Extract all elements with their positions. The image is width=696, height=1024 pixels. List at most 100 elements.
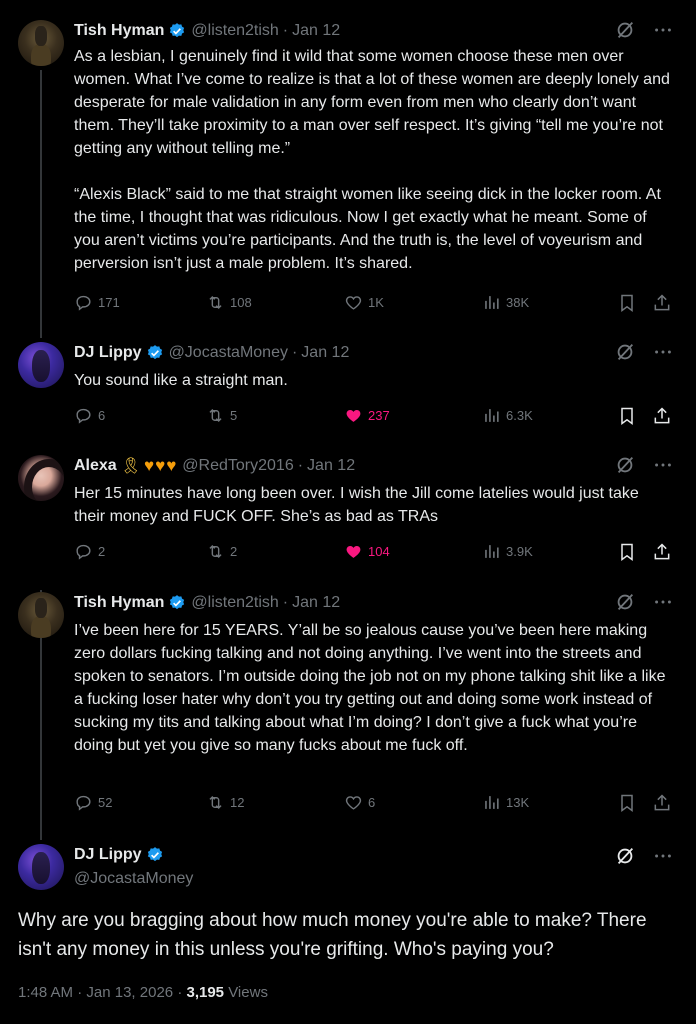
separator-dot: · (297, 457, 304, 474)
bookmark-icon[interactable] (617, 542, 637, 562)
grok-icon[interactable] (614, 591, 636, 613)
reply-button[interactable]: 2 (74, 542, 105, 561)
views-icon (485, 545, 499, 558)
reply-button[interactable]: 6 (74, 406, 105, 425)
like-button[interactable]: 6 (344, 793, 375, 812)
share-icon[interactable] (652, 542, 672, 562)
verified-badge-icon (147, 847, 162, 862)
verified-badge-icon (147, 345, 162, 360)
bookmark-icon[interactable] (617, 406, 637, 426)
repost-icon (209, 295, 222, 310)
repost-icon (209, 544, 222, 559)
views-button[interactable]: 3.9K (482, 542, 533, 561)
repost-count: 108 (230, 295, 252, 310)
tweet-time[interactable]: 1:48 AM (18, 984, 73, 1001)
views-icon (485, 296, 499, 309)
reply-count: 171 (98, 295, 120, 310)
tweet-date[interactable]: Jan 12 (301, 344, 349, 362)
like-count: 104 (368, 544, 390, 559)
tweet-full-date[interactable]: Jan 13, 2026 (86, 984, 173, 1001)
repost-button[interactable]: 12 (206, 793, 244, 812)
author-name[interactable]: DJ Lippy (74, 846, 142, 864)
share-icon[interactable] (652, 793, 672, 813)
avatar[interactable] (18, 592, 64, 638)
more-icon[interactable] (652, 341, 674, 363)
tweet-text: You sound like a straight man. (74, 372, 288, 389)
like-button[interactable]: 1K (344, 293, 384, 312)
action-bar: 2 2 104 3.9K (74, 542, 680, 566)
avatar[interactable] (18, 844, 64, 890)
reply-button[interactable]: 52 (74, 793, 112, 812)
author-handle[interactable]: @RedTory2016 (182, 457, 293, 475)
views-button[interactable]: 13K (482, 793, 529, 812)
views-label: Views (228, 984, 268, 1001)
author-name[interactable]: DJ Lippy (74, 344, 142, 362)
repost-button[interactable]: 2 (206, 542, 237, 561)
views-count: 38K (506, 295, 530, 310)
tweet-date[interactable]: Jan 12 (292, 594, 340, 612)
like-button[interactable]: 237 (344, 406, 390, 425)
reply-icon (76, 544, 91, 560)
author-handle[interactable]: @JocastaMoney (169, 344, 288, 362)
views-icon (485, 409, 499, 422)
repost-count: 12 (230, 795, 245, 810)
views-total: 3,195 (186, 984, 225, 1001)
heart-filled-icon (346, 409, 361, 422)
more-icon[interactable] (652, 19, 674, 41)
heart-icon (345, 796, 362, 810)
repost-button[interactable]: 108 (206, 293, 252, 312)
grok-icon[interactable] (614, 454, 636, 476)
heart-emojis: ♥♥♥ (144, 456, 178, 475)
tweet-date[interactable]: Jan 12 (292, 22, 340, 40)
views-count: 13K (506, 795, 530, 810)
repost-icon (209, 408, 222, 423)
reply-icon (76, 795, 91, 811)
grok-icon[interactable] (614, 341, 636, 363)
avatar[interactable] (18, 455, 64, 501)
share-icon[interactable] (652, 406, 672, 426)
tweet-text: Why are you bragging about how much mone… (18, 910, 652, 960)
like-count: 237 (368, 408, 390, 423)
avatar[interactable] (18, 20, 64, 66)
author-handle[interactable]: @listen2tish (191, 594, 278, 612)
separator-dot: · (282, 22, 289, 39)
share-icon[interactable] (652, 293, 672, 313)
verified-badge-icon (170, 595, 185, 610)
like-count: 1K (368, 295, 384, 310)
bookmark-icon[interactable] (617, 293, 637, 313)
more-icon[interactable] (652, 845, 674, 867)
views-icon (485, 796, 499, 809)
views-button[interactable]: 6.3K (482, 406, 533, 425)
avatar[interactable] (18, 342, 64, 388)
tweet-date[interactable]: Jan 12 (307, 457, 355, 475)
separator-dot: · (282, 594, 289, 611)
bookmark-icon[interactable] (617, 793, 637, 813)
more-icon[interactable] (652, 591, 674, 613)
reply-icon (76, 295, 91, 311)
action-bar: 6 5 237 6.3K (74, 406, 680, 430)
reply-count: 6 (98, 408, 106, 423)
repost-button[interactable]: 5 (206, 406, 237, 425)
tweet-text: Her 15 minutes have long been over. I wi… (74, 485, 644, 525)
more-icon[interactable] (652, 454, 674, 476)
reply-button[interactable]: 171 (74, 293, 120, 312)
views-button[interactable]: 38K (482, 293, 529, 312)
author-handle[interactable]: @listen2tish (191, 22, 278, 40)
views-count: 3.9K (506, 544, 533, 559)
author-name[interactable]: Tish Hyman (74, 594, 164, 612)
grok-icon[interactable] (614, 845, 636, 867)
tweet-text: As a lesbian, I genuinely find it wild t… (74, 48, 670, 272)
separator-dot: · (291, 344, 298, 361)
reply-icon (76, 408, 91, 424)
author-name[interactable]: Tish Hyman (74, 22, 164, 40)
repost-count: 2 (230, 544, 238, 559)
like-button[interactable]: 104 (344, 542, 390, 561)
ribbon-emoji: 🎗 (120, 458, 142, 475)
action-bar: 171 108 1K 38K (74, 293, 680, 317)
reply-count: 52 (98, 795, 113, 810)
author-name[interactable]: Alexa (74, 457, 117, 475)
action-bar: 52 12 6 13K (74, 793, 680, 817)
grok-icon[interactable] (614, 19, 636, 41)
repost-icon (209, 795, 222, 810)
author-handle[interactable]: @JocastaMoney (74, 870, 193, 888)
